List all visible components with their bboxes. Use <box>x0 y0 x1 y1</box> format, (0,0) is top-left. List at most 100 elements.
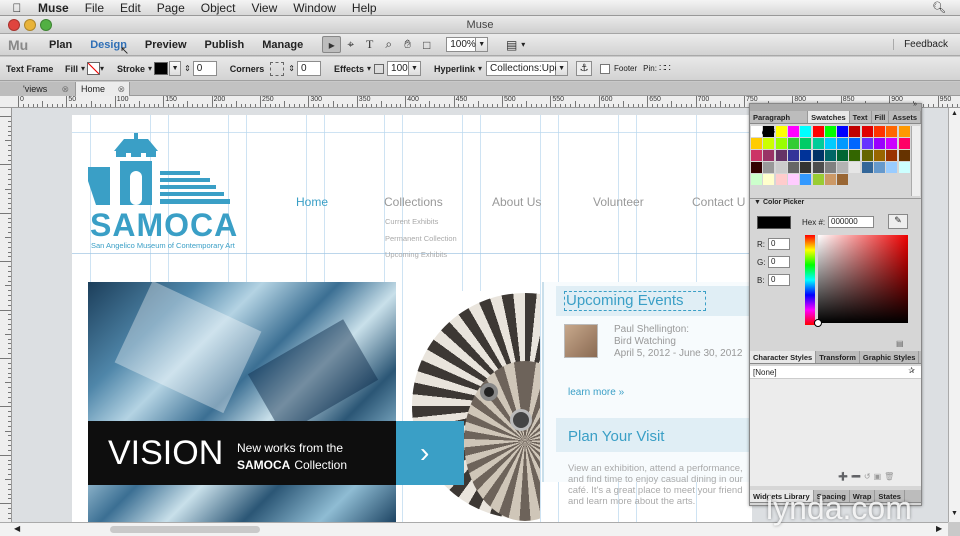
hue-slider[interactable] <box>805 235 815 325</box>
selection-tool-icon[interactable]: ▸ <box>322 36 342 53</box>
menu-object[interactable]: Object <box>193 1 244 15</box>
color-swatch[interactable] <box>763 138 775 149</box>
hyperlink-field[interactable]: Collections:Upco <box>486 61 565 76</box>
collapse-panel-icon[interactable]: » <box>913 101 917 108</box>
color-swatch[interactable] <box>763 162 775 173</box>
color-swatch[interactable] <box>800 138 812 149</box>
tab-graphic-styles[interactable]: Graphic Styles <box>860 351 920 363</box>
samoca-logo-graphic[interactable] <box>86 131 252 215</box>
color-picker-toggle-icon[interactable]: ▼ <box>754 199 761 206</box>
color-swatch[interactable] <box>861 162 873 173</box>
color-swatch[interactable] <box>886 138 898 149</box>
corner-radius-field[interactable]: 0 <box>296 61 321 76</box>
color-swatch[interactable] <box>898 162 910 173</box>
color-picker-handle[interactable] <box>814 319 822 327</box>
menu-view[interactable]: View <box>243 1 285 15</box>
color-swatch[interactable] <box>751 126 762 137</box>
color-swatch[interactable] <box>763 126 775 137</box>
color-swatch[interactable] <box>874 126 885 137</box>
color-swatch[interactable] <box>849 162 861 173</box>
color-swatch[interactable] <box>874 150 885 161</box>
panel-options-icon[interactable]: ▤ <box>896 339 904 348</box>
nav-collections[interactable]: Collections <box>384 195 443 209</box>
red-input[interactable]: 0 <box>768 238 790 250</box>
menu-help[interactable]: Help <box>344 1 385 15</box>
color-swatch[interactable] <box>800 162 812 173</box>
color-swatch[interactable] <box>775 126 787 137</box>
tab-views[interactable]: 'views ⊗ <box>0 82 76 96</box>
subnav-current-exhibits[interactable]: Current Exhibits <box>385 217 438 226</box>
color-swatch[interactable] <box>800 150 812 161</box>
color-swatch[interactable] <box>898 150 910 161</box>
color-swatch[interactable] <box>824 138 836 149</box>
color-swatch[interactable] <box>800 126 812 137</box>
color-swatch[interactable] <box>812 150 824 161</box>
hyperlink-label[interactable]: Hyperlink <box>431 64 478 74</box>
opacity-field[interactable]: 100 <box>387 61 410 76</box>
anchor-icon[interactable]: ⚓︎ <box>576 61 593 76</box>
corner-radius-stepper[interactable]: ⇕ <box>288 64 295 73</box>
nav-contact[interactable]: Contact U <box>692 195 745 209</box>
view-mode-icon[interactable]: ▤ <box>502 36 521 53</box>
menu-edit[interactable]: Edit <box>112 1 149 15</box>
stroke-color-dropdown-icon[interactable]: ▼ <box>169 61 182 76</box>
color-swatch[interactable] <box>861 138 873 149</box>
effects-label[interactable]: Effects <box>331 64 367 74</box>
color-swatch[interactable] <box>812 162 824 173</box>
hyperlink-field-dropdown-icon[interactable]: ▼ <box>556 61 569 76</box>
vertical-scrollbar[interactable]: ▲ ▼ <box>948 108 960 522</box>
close-window-icon[interactable] <box>8 19 20 31</box>
nav-volunteer[interactable]: Volunteer <box>593 195 644 209</box>
color-swatch[interactable] <box>800 174 812 185</box>
stroke-dropdown-icon[interactable]: ▾ <box>148 64 152 73</box>
spotlight-search-icon[interactable]: 🔍︎ <box>932 1 946 14</box>
color-swatch[interactable] <box>787 150 799 161</box>
color-swatch[interactable] <box>787 126 799 137</box>
fill-label[interactable]: Fill <box>62 64 81 74</box>
tab-text[interactable]: Text <box>850 111 872 123</box>
green-input[interactable]: 0 <box>768 256 790 268</box>
color-swatch[interactable] <box>775 138 787 149</box>
color-swatch[interactable] <box>886 126 898 137</box>
fill-dropdown-icon[interactable]: ▾ <box>81 64 85 73</box>
color-swatch[interactable] <box>812 126 824 137</box>
swatch-grid[interactable] <box>751 126 911 196</box>
color-swatch[interactable] <box>824 150 836 161</box>
color-swatch[interactable] <box>861 150 873 161</box>
fill-swatch[interactable] <box>87 62 101 75</box>
minimize-window-icon[interactable] <box>24 19 36 31</box>
color-swatch[interactable] <box>787 162 799 173</box>
saturation-brightness-field[interactable] <box>818 235 908 323</box>
tab-swatches[interactable]: Swatches <box>808 111 850 123</box>
scroll-down-icon[interactable]: ▼ <box>951 510 958 517</box>
apple-icon[interactable]:  <box>0 1 34 15</box>
color-swatch[interactable] <box>812 138 824 149</box>
banner-next-arrow-icon[interactable]: › <box>396 421 464 485</box>
opacity-dropdown-icon[interactable]: ▼ <box>409 61 422 76</box>
scroll-up-icon[interactable]: ▲ <box>951 110 958 117</box>
stroke-width-stepper[interactable]: ⇕ <box>184 64 191 73</box>
color-swatch[interactable] <box>837 174 849 185</box>
tab-fill[interactable]: Fill <box>872 111 890 123</box>
scroll-left-icon[interactable]: ◀ <box>14 524 20 533</box>
tab-preview[interactable]: Preview <box>136 39 196 51</box>
learn-more-link[interactable]: learn more » <box>568 387 624 398</box>
panel-grip[interactable]: » <box>750 101 921 111</box>
zoom-level-field[interactable]: 100% <box>446 37 477 52</box>
color-swatch[interactable] <box>886 162 898 173</box>
tab-paragraph-styles[interactable]: Paragraph Styles <box>750 111 809 135</box>
tab-assets[interactable]: Assets <box>889 111 921 123</box>
color-swatch[interactable] <box>775 150 787 161</box>
blue-input[interactable]: 0 <box>768 274 790 286</box>
event-thumbnail-image[interactable] <box>564 324 598 358</box>
color-swatch[interactable] <box>751 150 762 161</box>
swatch-scrollbar[interactable] <box>911 126 920 196</box>
color-swatch[interactable] <box>751 174 762 185</box>
color-swatch[interactable] <box>824 174 836 185</box>
menu-page[interactable]: Page <box>149 1 193 15</box>
feedback-link[interactable]: Feedback <box>893 39 960 50</box>
zoom-window-icon[interactable] <box>40 19 52 31</box>
clear-overrides-icon[interactable]: ✰ <box>908 366 915 375</box>
text-tool-icon[interactable]: T <box>360 36 379 53</box>
close-tab-icon[interactable]: ⊗ <box>117 82 125 96</box>
